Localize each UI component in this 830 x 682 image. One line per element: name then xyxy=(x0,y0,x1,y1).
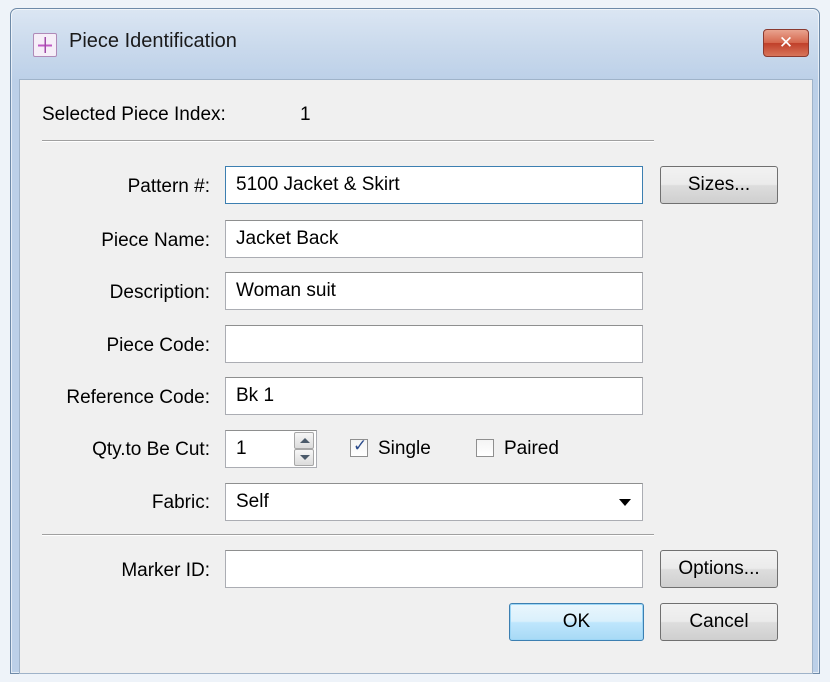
cancel-button[interactable]: Cancel xyxy=(660,603,778,641)
dialog-client-area: Selected Piece Index: 1 Pattern #: 5100 … xyxy=(19,79,813,674)
piece-code-input[interactable] xyxy=(225,325,643,363)
single-checkbox[interactable] xyxy=(350,436,368,457)
fabric-dropdown[interactable]: Self xyxy=(225,483,643,521)
piece-name-input[interactable]: Jacket Back xyxy=(225,220,643,258)
piece-name-label: Piece Name: xyxy=(101,230,210,251)
paired-checkbox[interactable] xyxy=(476,439,494,457)
marker-id-input[interactable] xyxy=(225,550,643,588)
fabric-label: Fabric: xyxy=(151,492,210,513)
bottom-separator xyxy=(42,534,654,536)
dialog-window: Piece Identification ✕ Selected Piece In… xyxy=(10,8,820,674)
spin-down-icon[interactable] xyxy=(294,449,314,466)
spin-up-icon[interactable] xyxy=(294,432,314,449)
single-label[interactable]: Single xyxy=(378,438,431,460)
close-button[interactable]: ✕ xyxy=(763,29,809,57)
close-icon: ✕ xyxy=(778,33,794,53)
reference-code-label: Reference Code: xyxy=(66,387,210,408)
qty-label: Qty.to Be Cut: xyxy=(92,439,210,460)
description-label: Description: xyxy=(109,282,210,303)
piece-code-label: Piece Code: xyxy=(106,335,210,356)
dropdown-arrow-icon[interactable] xyxy=(619,499,631,506)
reference-code-input[interactable]: Bk 1 xyxy=(225,377,643,415)
window-title: Piece Identification xyxy=(69,30,237,52)
app-icon xyxy=(33,33,57,57)
ok-button[interactable]: OK xyxy=(509,603,644,641)
marker-id-label: Marker ID: xyxy=(121,560,210,581)
fabric-selected-value: Self xyxy=(236,491,269,512)
title-bar[interactable]: Piece Identification ✕ xyxy=(11,9,819,79)
top-separator xyxy=(42,140,654,142)
selected-piece-index-value: 1 xyxy=(300,104,311,125)
paired-label[interactable]: Paired xyxy=(504,438,559,460)
description-input[interactable]: Woman suit xyxy=(225,272,643,310)
sizes-button[interactable]: Sizes... xyxy=(660,166,778,204)
selected-piece-index-label: Selected Piece Index: xyxy=(42,104,226,125)
pattern-label: Pattern #: xyxy=(127,176,210,197)
pattern-input[interactable]: 5100 Jacket & Skirt xyxy=(225,166,643,204)
options-button[interactable]: Options... xyxy=(660,550,778,588)
